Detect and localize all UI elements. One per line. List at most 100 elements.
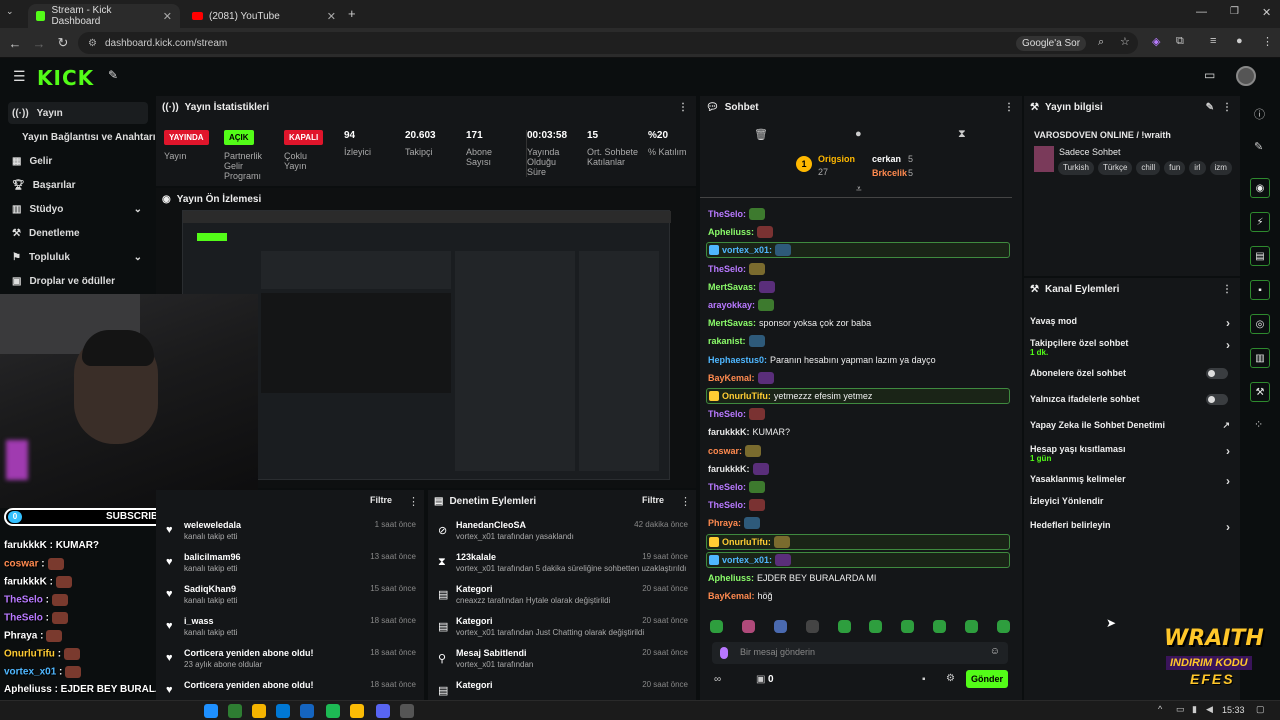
sidebar-item-studyo[interactable]: ▥ Stüdyo ⌄	[8, 198, 148, 220]
chevron-right-icon[interactable]: ›	[1226, 316, 1230, 330]
chat-username[interactable]: vortex_x01:	[722, 555, 772, 565]
document-icon[interactable]: ▤	[1250, 246, 1270, 266]
edit-icon[interactable]: ✎	[1206, 102, 1214, 113]
chat-message[interactable]: MertSavas:	[708, 279, 776, 295]
chevron-right-icon[interactable]: ›	[1226, 444, 1230, 458]
chat-message[interactable]: Phraya:	[708, 515, 761, 531]
camera-icon[interactable]: ◉	[1250, 178, 1270, 198]
chat-message[interactable]: arayokkay:	[708, 297, 775, 313]
hourglass-icon[interactable]: ⧗	[958, 128, 966, 141]
emote-icon[interactable]	[773, 620, 787, 633]
wrench-icon[interactable]: ⚒	[1250, 382, 1270, 402]
chat-message[interactable]: Apheliuss: EJDER BEY BURALARDA MI	[708, 570, 876, 586]
mod-action-row[interactable]: ▤ Kategori cneaxzz tarafından Hytale olara…	[438, 584, 688, 612]
profile-icon[interactable]: ●	[1236, 35, 1243, 47]
chat-username[interactable]: MertSavas:	[708, 318, 756, 328]
emote-icon[interactable]	[741, 620, 755, 633]
tag[interactable]: Türkçe	[1097, 161, 1133, 175]
chat-username[interactable]: farukkkK:	[708, 464, 750, 474]
chat-username[interactable]: BayKemal:	[708, 373, 755, 383]
activity-row[interactable]: ♥ Corticera yeniden abone oldu! 23 aylık a…	[166, 648, 416, 676]
menu-icon[interactable]: ⋮	[1262, 35, 1273, 48]
channel-action-row[interactable]: Abonelere özel sohbet	[1030, 368, 1232, 386]
chat-input[interactable]: Bir mesaj gönderin ☺	[712, 642, 1008, 664]
chat-username[interactable]: BayKemal:	[708, 591, 755, 601]
chat-message[interactable]: TheSelo:	[708, 406, 766, 422]
infinity-icon[interactable]: ∞	[714, 674, 721, 685]
channel-action-row[interactable]: Yapay Zeka ile Sohbet Denetimi ↗	[1030, 420, 1232, 438]
chevron-right-icon[interactable]: ›	[1226, 338, 1230, 352]
activity-row[interactable]: ♥ i_wass kanalı takip etti 18 saat önce	[166, 616, 416, 644]
mod-action-row[interactable]: ⚲ Mesaj Sabitlendi vortex_x01 tarafından 20…	[438, 648, 688, 676]
outlook-icon[interactable]	[276, 704, 290, 718]
chat-message[interactable]: vortex_x01:	[706, 551, 1010, 568]
volume-icon[interactable]: ◀︎	[1206, 704, 1213, 715]
chat-username[interactable]: MertSavas:	[708, 282, 756, 292]
trash-icon[interactable]: 🗑︎	[754, 128, 768, 141]
chat-message[interactable]: TheSelo:	[708, 261, 766, 277]
minimize-icon[interactable]: —	[1196, 6, 1207, 18]
chat-message[interactable]: BayKemal:	[708, 370, 774, 386]
sidebar-item-basarilar[interactable]: 🏆︎ Başarılar	[8, 174, 148, 196]
filter-button[interactable]: Filtre	[370, 495, 392, 505]
google-lens-button[interactable]: Google'a Sor	[1016, 36, 1087, 51]
mod-action-row[interactable]: ⊘ HanedanCleoSA vortex_x01 tarafından yasa…	[438, 520, 688, 548]
chat-message[interactable]: OnurluTifu: yetmezzz efesim yetmez	[706, 388, 1010, 404]
chat-username[interactable]: OnurluTifu:	[722, 537, 771, 547]
chat-username[interactable]: arayokkay:	[708, 300, 755, 310]
start-icon[interactable]	[204, 704, 218, 718]
extension-icon[interactable]: ◈	[1152, 35, 1160, 48]
more-icon[interactable]: ⋮	[408, 495, 419, 508]
pin-icon[interactable]: ✎	[108, 68, 118, 82]
chat-username[interactable]: OnurluTifu:	[722, 391, 771, 401]
chat-username[interactable]: Phraya:	[708, 518, 741, 528]
emote-icon[interactable]	[965, 620, 978, 633]
url-field[interactable]: ⚙ dashboard.kick.com/stream	[78, 32, 1138, 54]
chat-message[interactable]: coswar:	[708, 443, 762, 459]
sidebar-item-yayin[interactable]: ((·)) Yayın	[8, 102, 148, 124]
emote-icon[interactable]	[901, 620, 915, 633]
puzzle-icon[interactable]: ⧉	[1176, 35, 1184, 48]
sidebar-item-droplar[interactable]: ▣ Droplar ve ödüller	[8, 270, 148, 292]
channel-action-row[interactable]: Takipçilere özel sohbet 1 dk. ›	[1030, 338, 1232, 357]
gifter-name[interactable]: Brkcelik	[872, 168, 907, 178]
maximize-icon[interactable]: ❐	[1230, 6, 1239, 17]
gifter-name[interactable]: cerkan	[872, 154, 901, 164]
collapse-icon[interactable]: ⩡	[856, 184, 862, 195]
more-icon[interactable]: ⋮	[1222, 102, 1232, 113]
chat-username[interactable]: TheSelo:	[708, 482, 746, 492]
chat-message[interactable]: farukkkK: KUMAR?	[708, 424, 790, 440]
more-icon[interactable]: ⋮	[680, 495, 691, 508]
avatar[interactable]	[1236, 66, 1256, 86]
more-icon[interactable]: ⋮	[678, 102, 688, 113]
chat-username[interactable]: Apheliuss:	[708, 227, 754, 237]
chat-username[interactable]: coswar:	[708, 446, 742, 456]
kick-logo[interactable]: KICK	[37, 66, 94, 90]
reload-icon[interactable]: ↻	[54, 34, 72, 52]
stack-icon[interactable]: ▥	[1250, 348, 1270, 368]
chat-username[interactable]: Apheliuss:	[708, 573, 754, 583]
emote-icon[interactable]	[869, 620, 883, 633]
new-tab-icon[interactable]: +	[348, 6, 356, 21]
chat-username[interactable]: farukkkK:	[708, 427, 750, 437]
activity-row[interactable]: ♥ SadiqKhan9 kanalı takip etti 15 saat önce	[166, 584, 416, 612]
chat-message[interactable]: OnurluTifu:	[706, 533, 1010, 550]
chat-username[interactable]: Hephaestus0:	[708, 355, 767, 365]
chat-settings-bubble-icon[interactable]: ▪	[922, 674, 926, 685]
chat-username[interactable]: TheSelo:	[708, 500, 746, 510]
mic-icon[interactable]: ▮	[1192, 704, 1197, 715]
settings-gear-icon[interactable]: ⚙	[946, 673, 955, 684]
chat-message[interactable]: Apheliuss:	[708, 224, 774, 240]
chat-username[interactable]: TheSelo:	[708, 264, 746, 274]
chevron-right-icon[interactable]: ›	[1226, 520, 1230, 534]
chat-message[interactable]: BayKemal: höğ	[708, 588, 773, 604]
sidebar-item-denetleme[interactable]: ⚒ Denetleme	[8, 222, 148, 244]
chat-message[interactable]: vortex_x01:	[706, 242, 1010, 259]
chat-message[interactable]: farukkkK:	[708, 461, 769, 477]
more-icon[interactable]: ⋮	[1222, 284, 1232, 295]
activity-row[interactable]: ♥ weleweledala kanalı takip etti 1 saat önc…	[166, 520, 416, 548]
explorer-icon[interactable]	[252, 704, 266, 718]
pencil-icon[interactable]: ✎	[1254, 140, 1263, 153]
reading-list-icon[interactable]: ≡	[1210, 35, 1216, 47]
emoji-icon[interactable]: ☺	[990, 646, 1000, 657]
